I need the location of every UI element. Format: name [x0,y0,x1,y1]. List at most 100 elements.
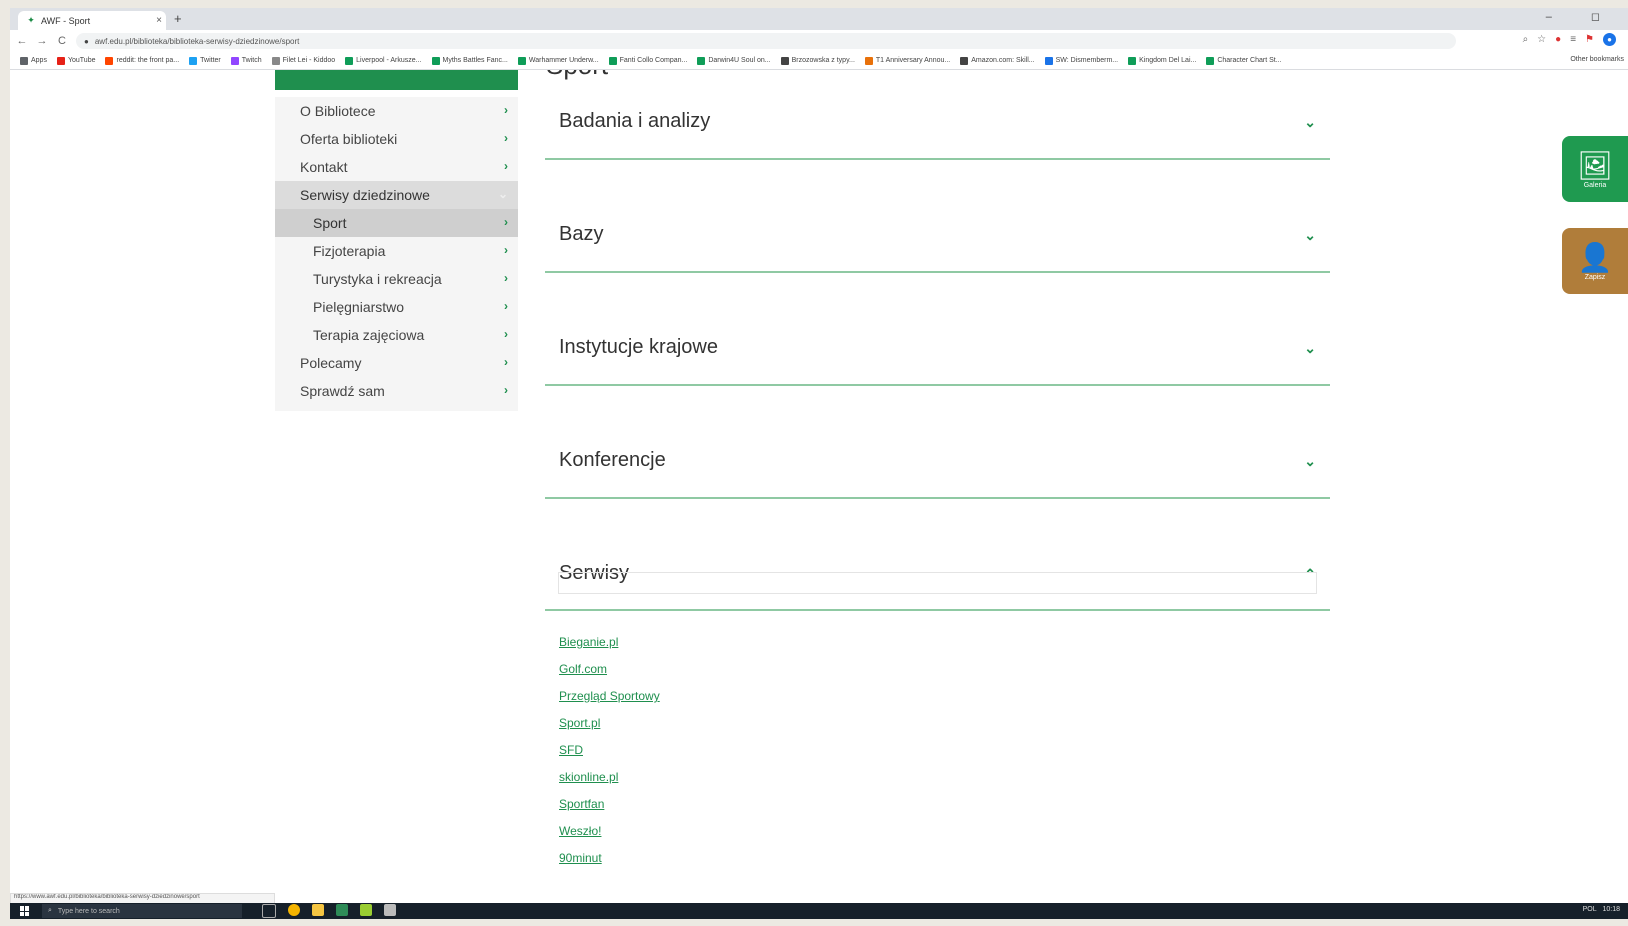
bookmark-favicon-icon [517,56,526,65]
serwis-link[interactable]: Golf.com [559,662,660,689]
windows-start-icon[interactable] [20,906,30,916]
serwis-link[interactable]: Sportfan [559,797,660,824]
bookmark-favicon-icon [1206,56,1215,65]
sidebar-item[interactable]: Turystyka i rekreacja › [275,265,518,293]
sidebar-item-label: Terapia zajęciowa [313,327,425,343]
sidebar-item[interactable]: O Bibliotece › [275,97,518,125]
chevron-down-icon[interactable]: ⌄ [1304,114,1316,131]
bookmark-label: Fanti Collo Compan... [619,57,688,64]
accordion-section[interactable]: Instytucje krajowe ⌄ [545,336,1330,386]
bookmark-item[interactable]: Filet Lei - Kiddoo [271,56,335,65]
sidebar-item[interactable]: Polecamy › [275,349,518,377]
sidebar-item-label: Turystyka i rekreacja [313,271,442,287]
site-favicon-icon: ✦ [27,15,35,25]
section-title: Instytucje krajowe [559,336,718,358]
windows-taskbar: ⌕ Type here to search POL 10:18 [10,903,1628,919]
sidebar-header [275,70,518,90]
bookmark-favicon-icon [230,56,239,65]
tab-title: AWF - Sport [41,15,91,26]
app-icon[interactable] [360,904,372,916]
new-tab-button[interactable]: + [174,11,182,26]
taskbar-search[interactable]: ⌕ Type here to search [42,904,242,918]
window-controls[interactable]: – ◻ [1546,10,1618,23]
sidebar-item[interactable]: Sport › [275,209,518,237]
sidebar-item-label: Polecamy [300,355,362,371]
back-button[interactable]: ← [14,35,30,47]
sidebar-item[interactable]: Oferta biblioteki › [275,125,518,153]
serwis-link[interactable]: 90minut [559,851,660,878]
serwis-link[interactable]: SFD [559,743,660,770]
bookmark-item[interactable]: Warhammer Underw... [517,56,599,65]
search-icon: ⌕ [48,907,52,914]
bookmark-item[interactable]: Amazon.com: Skill... [960,56,1035,65]
star-icon[interactable]: ☆ [1537,34,1546,45]
bookmark-item[interactable]: SW: Dismemberm... [1044,56,1118,65]
serwis-link[interactable]: Bieganie.pl [559,635,660,662]
notification-icon[interactable]: ⚑ [1585,34,1594,45]
sidebar-item[interactable]: Kontakt › [275,153,518,181]
taskbar-search-placeholder: Type here to search [57,907,120,915]
chevron-right-icon: ⌄ [497,187,508,201]
bookmark-item[interactable]: Kingdom Del Lai... [1128,56,1196,65]
accordion-section[interactable]: Badania i analizy ⌄ [545,110,1330,160]
accordion-section[interactable]: Bazy ⌄ [545,223,1330,273]
accordion-section[interactable]: Konferencje ⌄ [545,449,1330,499]
chevron-right-icon: › [504,299,508,313]
app-icon[interactable] [336,904,348,916]
zoom-icon[interactable]: ⌕ [1523,34,1529,45]
sidebar-item[interactable]: Pielęgniarstwo › [275,293,518,321]
app-icon[interactable] [384,904,396,916]
bookmark-item[interactable]: Apps [20,56,47,65]
bookmark-favicon-icon [431,56,440,65]
bookmark-favicon-icon [960,56,969,65]
bookmark-label: Amazon.com: Skill... [971,57,1035,64]
section-title: Badania i analizy [559,110,711,132]
profile-avatar-icon[interactable]: ● [1603,33,1616,46]
forward-button[interactable]: → [34,35,50,47]
section-title: Konferencje [559,449,666,471]
extension-icon[interactable]: ● [1555,34,1561,45]
chevron-down-icon[interactable]: ⌄ [1304,453,1316,470]
sidebar-item-label: Kontakt [300,159,348,175]
bookmark-item[interactable]: Twitch [230,56,262,65]
bookmark-item[interactable]: Liverpool - Arkusze... [345,56,422,65]
bookmark-item[interactable]: YouTube [56,56,95,65]
bookmark-item[interactable]: Darwin4U Soul on... [697,56,771,65]
tray-clock: 10:18 [1602,906,1620,913]
reload-button[interactable]: C [54,35,70,47]
address-bar[interactable]: ● awf.edu.pl/biblioteka/biblioteka-serwi… [76,33,1456,49]
bookmark-item[interactable]: Brzozowska z typy... [780,56,855,65]
bookmark-favicon-icon [780,56,789,65]
serwis-link[interactable]: Przegląd Sportowy [559,689,660,716]
bookmark-item[interactable]: Character Chart St... [1206,56,1282,65]
bookmark-label: Myths Battles Fanc... [442,57,508,64]
task-view-icon[interactable] [262,904,276,918]
sidebar-item[interactable]: Sprawdź sam › [275,377,518,405]
signup-button[interactable]: 👤 Zapisz [1562,228,1628,294]
serwis-link[interactable]: skionline.pl [559,770,660,797]
bookmark-item[interactable]: Myths Battles Fanc... [431,56,508,65]
serwis-link[interactable]: Weszło! [559,824,660,851]
bookmark-item[interactable]: Fanti Collo Compan... [608,56,688,65]
sidebar-item[interactable]: Serwisy dziedzinowe ⌄ [275,181,518,209]
chevron-down-icon[interactable]: ⌄ [1304,227,1316,244]
chrome-icon[interactable] [288,904,300,916]
user-icon: 👤 [1577,241,1613,273]
browser-toolbar: ← → C ● awf.edu.pl/biblioteka/biblioteka… [10,30,1628,52]
serwis-link[interactable]: Sport.pl [559,716,660,743]
browser-tab[interactable]: ✦ AWF - Sport × [18,11,166,30]
sidebar-item[interactable]: Fizjoterapia › [275,237,518,265]
bookmark-favicon-icon [608,56,617,65]
gallery-button[interactable]: 🖼 Galeria [1562,136,1628,202]
other-bookmarks[interactable]: Other bookmarks [1570,56,1624,63]
sidebar-item[interactable]: Terapia zajęciowa › [275,321,518,349]
chevron-down-icon[interactable]: ⌄ [1304,340,1316,357]
tab-close-icon[interactable]: × [152,15,166,26]
bookmark-item[interactable]: T1 Anniversary Annou... [864,56,950,65]
bookmark-item[interactable]: reddit: the front pa... [105,56,179,65]
bookmark-item[interactable]: Twitter [189,56,221,65]
system-tray: POL 10:18 [1583,906,1620,913]
puzzle-icon[interactable]: ≡ [1570,34,1576,45]
explorer-icon[interactable] [312,904,324,916]
bookmarks-bar: Apps YouTube reddit: the front pa... Twitte… [10,52,1628,70]
